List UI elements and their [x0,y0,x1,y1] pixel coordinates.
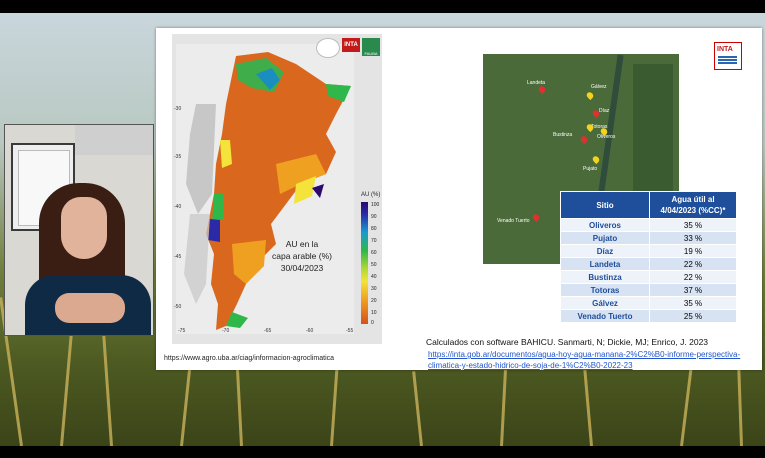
au-legend: AU (%) 100 90 80 70 60 50 40 30 20 10 0 [361,192,391,326]
inta-logo-icon: INTA [342,38,360,52]
legend-tick: 50 [371,262,377,268]
legend-tick: 80 [371,226,377,232]
au-legend-title: AU (%) [361,192,381,198]
legend-tick: 30 [371,286,377,292]
top-letterbox [0,0,765,13]
caption-line2: capa arable (%) [271,251,332,261]
caption-line1: AU en la [285,239,319,249]
lon-tick: -60 [306,328,314,334]
table-cell-value: 35 % [649,296,737,310]
map-caption: AU en la capa arable (%) 30/04/2023 [262,238,342,274]
au-color-scale [361,202,368,324]
legend-tick: 20 [371,298,377,304]
map-canvas: -30 -35 -40 -45 -50 -75 -70 -65 -60 -55 [174,44,354,334]
lon-tick: -65 [264,328,272,334]
presenter-video [4,124,154,336]
table-cell-value: 19 % [649,244,737,258]
table-cell-site: Díaz [560,244,650,258]
map-logos: INTA FAUBA [316,38,380,58]
circle-logo-icon [316,38,340,58]
legend-tick: 60 [371,250,377,256]
legend-tick: 70 [371,238,377,244]
table-cell-value: 35 % [649,218,737,232]
table-cell-site: Gálvez [560,296,650,310]
table-cell-value: 33 % [649,231,737,245]
table-header-value: Agua útil al 4/04/2023 (%CC)* [649,191,737,219]
table-cell-value: 22 % [649,270,737,284]
table-cell-value: 37 % [649,283,737,297]
caption-date: 30/04/2023 [280,263,324,273]
map-source-url[interactable]: https://www.agro.uba.ar/ciag/informacion… [164,355,334,362]
presenter-hands [55,293,125,323]
table-cell-site: Totoras [560,283,650,297]
inta-logo-icon: INTA [714,42,742,70]
argentina-soil-moisture-map: -30 -35 -40 -45 -50 -75 -70 -65 -60 -55 … [172,34,382,344]
location-pin-icon [585,90,595,101]
table-row: Oliveros 35 % [560,218,737,232]
town-label: Oliveros [597,134,616,140]
location-pin-icon [531,212,541,223]
wall-panel [75,125,153,155]
bottom-letterbox [0,446,765,458]
town-label: Díaz [599,108,610,114]
table-row: Gálvez 35 % [560,296,737,310]
legend-tick: 10 [371,310,377,316]
presenter-face [61,197,107,259]
legend-tick: 40 [371,274,377,280]
argentina-map-shape [184,52,351,330]
fauba-logo-icon: FAUBA [362,38,380,56]
lat-tick: -30 [174,106,182,112]
table-row: Bustinza 22 % [560,270,737,284]
lon-tick: -70 [222,328,230,334]
lat-tick: -45 [174,254,182,260]
table-cell-site: Venado Tuerto [560,309,650,323]
table-cell-site: Landeta [560,257,650,271]
table-row: Pujato 33 % [560,231,737,245]
table-cell-site: Bustinza [560,270,650,284]
legend-tick: 100 [371,202,380,208]
table-row: Venado Tuerto 25 % [560,309,737,323]
town-label: Gálvez [591,84,607,90]
table-row: Totoras 37 % [560,283,737,297]
citation-text: Calculados con software BAHICU. Sanmarti… [426,337,709,347]
table-cell-value: 22 % [649,257,737,271]
town-label: Venado Tuerto [497,218,530,224]
water-table: Sitio Agua útil al 4/04/2023 (%CC)* Oliv… [560,191,737,323]
location-pin-icon [537,84,547,95]
legend-tick: 0 [371,320,374,326]
table-cell-site: Oliveros [560,218,650,232]
source-link[interactable]: https://inta.gob.ar/documentos/agua-hoy-… [428,349,758,371]
lon-tick: -75 [178,328,186,334]
table-cell-value: 25 % [649,309,737,323]
lon-tick: -55 [346,328,354,334]
legend-tick: 90 [371,214,377,220]
table-header-site: Sitio [560,191,650,219]
table-cell-site: Pujato [560,231,650,245]
town-label: Bustinza [553,132,573,138]
table-row: Landeta 22 % [560,257,737,271]
video-frame: -30 -35 -40 -45 -50 -75 -70 -65 -60 -55 … [0,0,765,458]
location-pin-icon [591,154,601,165]
lat-tick: -40 [174,204,182,210]
town-label: Pujato [583,166,598,172]
lat-tick: -50 [174,304,182,310]
lat-tick: -35 [174,154,182,160]
location-pin-icon [579,134,589,145]
presentation-slide: -30 -35 -40 -45 -50 -75 -70 -65 -60 -55 … [156,28,762,370]
table-row: Díaz 19 % [560,244,737,258]
